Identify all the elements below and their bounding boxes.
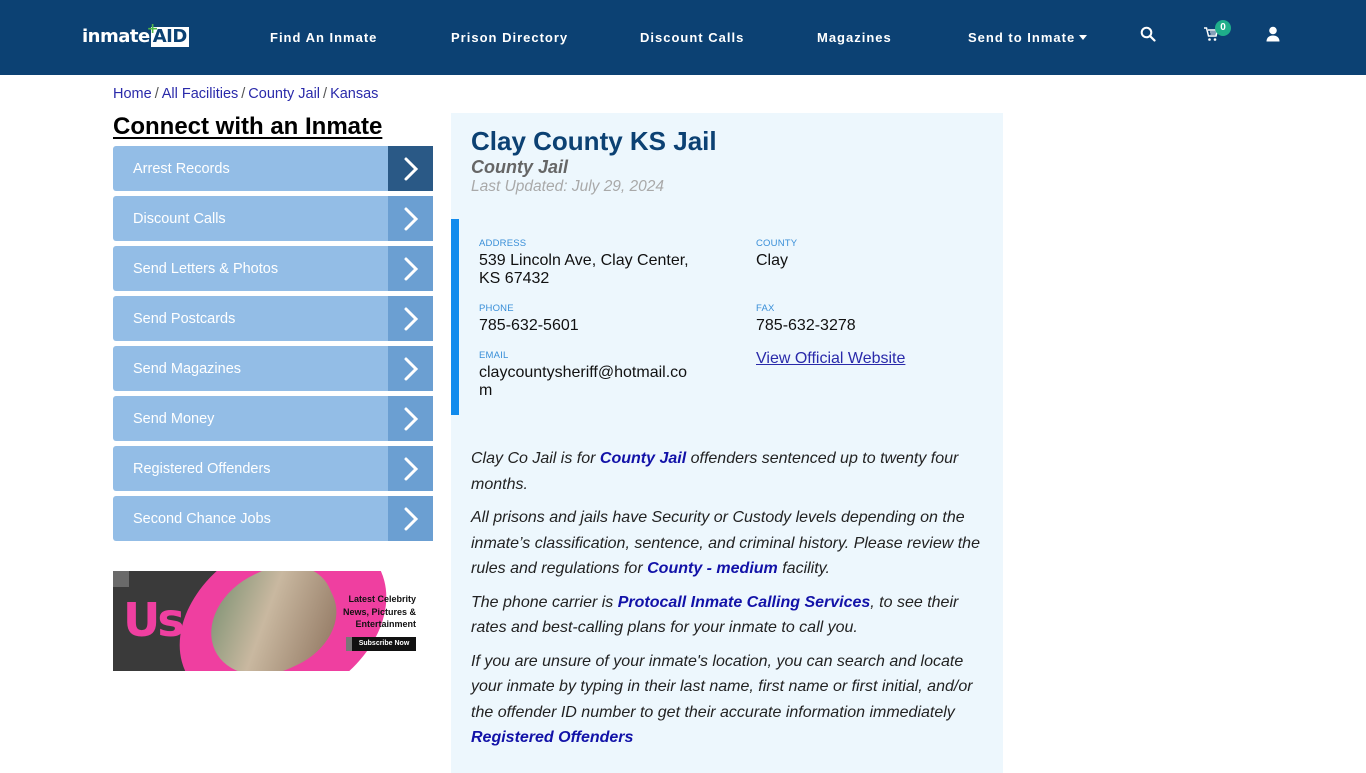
description-paragraph: Clay Co Jail is for County Jail offender…	[471, 446, 986, 497]
nav-send-to-inmate-dropdown[interactable]: Send to Inmate	[968, 30, 1088, 45]
address-value: 539 Lincoln Ave, Clay Center, KS 67432	[479, 252, 689, 287]
top-navbar: inmate + AID Find An Inmate Prison Direct…	[0, 0, 1366, 75]
county-label: COUNTY	[756, 238, 798, 249]
sidebar-item-send-letters-photos[interactable]: Send Letters & Photos	[113, 246, 433, 291]
chevron-right-icon	[388, 246, 433, 291]
chevron-right-icon	[388, 396, 433, 441]
breadcrumb-county-jail[interactable]: County Jail	[248, 86, 320, 102]
description-paragraph: The phone carrier is Protocall Inmate Ca…	[471, 590, 986, 641]
breadcrumb-separator: /	[241, 86, 246, 102]
search-icon	[1140, 26, 1156, 42]
sidebar-item-arrest-records[interactable]: Arrest Records	[113, 146, 433, 191]
ad-subscribe-button[interactable]: Subscribe Now	[346, 637, 416, 651]
phone-field: PHONE 785-632-5601	[479, 303, 704, 335]
description-paragraph: If you are unsure of your inmate's locat…	[471, 649, 986, 751]
description-paragraph: All prisons and jails have Security or C…	[471, 505, 986, 582]
inmateaid-logo[interactable]: inmate + AID	[82, 21, 189, 50]
facility-contact-info: ADDRESS 539 Lincoln Ave, Clay Center, KS…	[451, 219, 1003, 415]
breadcrumb-kansas[interactable]: Kansas	[330, 86, 378, 102]
desc-text: Clay Co Jail is for	[471, 450, 600, 467]
sidebar-item-send-magazines[interactable]: Send Magazines	[113, 346, 433, 391]
sidebar-item-send-money[interactable]: Send Money	[113, 396, 433, 441]
nav-label: Discount Calls	[640, 30, 745, 45]
sidebar-item-label: Discount Calls	[133, 210, 226, 227]
county-jail-link[interactable]: County Jail	[600, 450, 686, 467]
phone-label: PHONE	[479, 303, 514, 314]
breadcrumb-all-facilities[interactable]: All Facilities	[162, 86, 239, 102]
website-field: View Official Website	[756, 350, 905, 368]
ad-line: Latest Celebrity	[348, 594, 416, 604]
sidebar-item-send-postcards[interactable]: Send Postcards	[113, 296, 433, 341]
address-field: ADDRESS 539 Lincoln Ave, Clay Center, KS…	[479, 238, 704, 288]
email-label: EMAIL	[479, 350, 509, 361]
facility-name: Clay County KS Jail	[471, 126, 717, 156]
nav-label: Prison Directory	[451, 30, 569, 45]
search-button[interactable]	[1140, 26, 1162, 48]
sidebar-item-label: Send Postcards	[133, 310, 236, 327]
county-value: Clay	[756, 252, 789, 269]
cart-button[interactable]: 0	[1203, 20, 1231, 48]
sidebar-item-second-chance-jobs[interactable]: Second Chance Jobs	[113, 496, 433, 541]
user-account-button[interactable]	[1266, 26, 1288, 48]
facility-description: Clay Co Jail is for County Jail offender…	[471, 446, 986, 759]
sidebar-item-label: Registered Offenders	[133, 460, 271, 477]
nav-prison-directory[interactable]: Prison Directory	[451, 30, 568, 45]
cart-count-badge: 0	[1215, 20, 1231, 36]
desc-text: The phone carrier is	[471, 593, 618, 611]
registered-offenders-link[interactable]: Registered Offenders	[471, 729, 633, 746]
county-field: COUNTY Clay	[756, 238, 981, 270]
chevron-right-icon	[388, 296, 433, 341]
sidebar-item-discount-calls[interactable]: Discount Calls	[113, 196, 433, 241]
breadcrumb: Home / All Facilities / County Jail / Kansas	[113, 86, 378, 102]
breadcrumb-home[interactable]: Home	[113, 86, 152, 102]
nav-discount-calls[interactable]: Discount Calls	[640, 30, 744, 45]
sidebar-item-registered-offenders[interactable]: Registered Offenders	[113, 446, 433, 491]
last-updated: Last Updated: July 29, 2024	[471, 178, 665, 195]
nav-label: Magazines	[817, 30, 892, 45]
email-field: EMAIL claycountysheriff@hotmail.com	[479, 350, 697, 400]
breadcrumb-separator: /	[154, 86, 159, 102]
ad-corner-mark	[113, 571, 129, 587]
view-official-website-link[interactable]: View Official Website	[756, 350, 905, 367]
chevron-right-icon	[388, 196, 433, 241]
phone-value: 785-632-5601	[479, 317, 579, 334]
desc-text: If you are unsure of your inmate's locat…	[471, 652, 973, 721]
facility-type: County Jail	[471, 157, 569, 177]
email-value: claycountysheriff@hotmail.com	[479, 364, 688, 399]
chevron-right-icon	[388, 446, 433, 491]
sidebar-item-label: Second Chance Jobs	[133, 510, 271, 527]
breadcrumb-separator: /	[323, 86, 328, 102]
caret-down-icon	[1079, 35, 1088, 40]
user-icon	[1266, 26, 1280, 42]
logo-text-aid: + AID	[147, 21, 189, 47]
fax-label: FAX	[756, 303, 775, 314]
sidebar-item-label: Send Magazines	[133, 360, 242, 377]
fax-field: FAX 785-632-3278	[756, 303, 981, 335]
ad-line: News, Pictures &	[342, 606, 416, 617]
logo-text-inmate: inmate	[82, 26, 150, 47]
nav-label: Send to Inmate	[968, 30, 1076, 45]
sidebar-item-label: Arrest Records	[133, 160, 230, 177]
nav-magazines[interactable]: Magazines	[817, 30, 892, 45]
sidebar-item-label: Send Money	[133, 410, 215, 427]
chevron-right-icon	[388, 346, 433, 391]
us-weekly-ad-banner[interactable]: Us Latest Celebrity News, Pictures & Ent…	[113, 571, 433, 671]
nav-find-an-inmate[interactable]: Find An Inmate	[270, 30, 377, 45]
fax-value: 785-632-3278	[756, 317, 856, 334]
ad-line: Entertainment	[355, 619, 416, 629]
county-medium-link[interactable]: County - medium	[647, 560, 778, 577]
chevron-right-icon	[388, 496, 433, 541]
facility-card: Clay County KS Jail County Jail Last Upd…	[451, 113, 1003, 773]
sidebar-title: Connect with an Inmate	[113, 113, 383, 140]
ad-brand-logo: Us	[123, 593, 185, 647]
protocall-carrier-link[interactable]: Protocall Inmate Calling Services	[618, 594, 871, 611]
ad-headline: Latest Celebrity News, Pictures & Entert…	[343, 593, 416, 631]
sidebar-item-label: Send Letters & Photos	[133, 260, 279, 277]
sidebar-menu: Arrest Records Discount Calls Send Lette…	[113, 146, 433, 546]
address-label: ADDRESS	[479, 238, 527, 249]
desc-text: facility.	[777, 560, 830, 577]
chevron-right-icon	[388, 146, 433, 191]
nav-label: Find An Inmate	[270, 30, 378, 45]
logo-plus-icon: +	[146, 21, 159, 37]
